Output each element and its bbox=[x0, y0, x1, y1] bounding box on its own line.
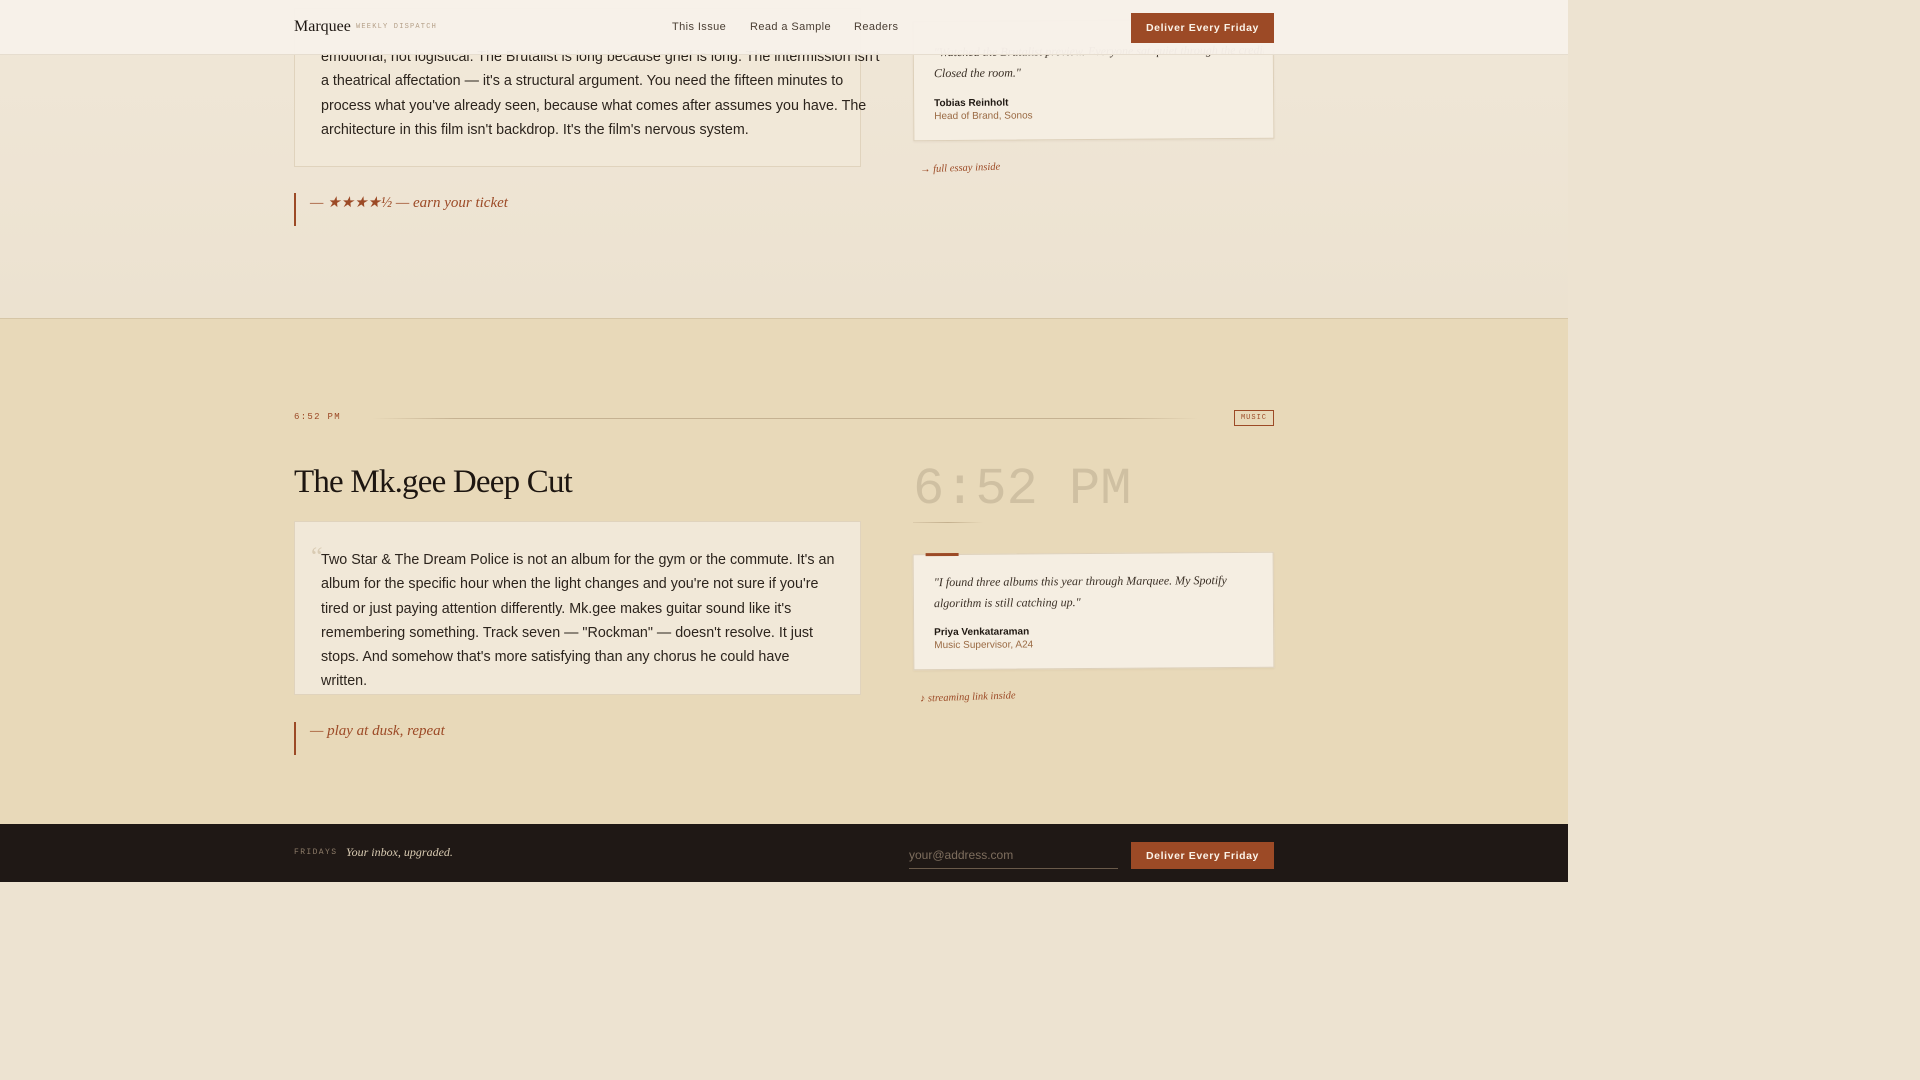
nav-readers[interactable]: Readers bbox=[854, 21, 898, 33]
subscribe-button[interactable]: Deliver Every Friday bbox=[1131, 13, 1274, 43]
music-body: Two Star & The Dream Police is not an al… bbox=[321, 552, 835, 690]
section-divider bbox=[372, 418, 1198, 419]
nav-read-sample[interactable]: Read a Sample bbox=[750, 21, 831, 33]
footer-tagline: Your inbox, upgraded. bbox=[346, 845, 453, 859]
testimonial-role: Music Supervisor, A24 bbox=[934, 639, 1034, 652]
pull-quote: — ★★★★½ — earn your ticket bbox=[294, 193, 508, 226]
top-nav-bar: Marquee WEEKLY DISPATCH This Issue Read … bbox=[0, 0, 1568, 55]
nav-this-issue[interactable]: This Issue bbox=[672, 21, 726, 33]
logo[interactable]: Marquee bbox=[294, 18, 351, 36]
testimonial-quote: "I found three albums this year through … bbox=[933, 573, 1227, 610]
footer-signup-bar bbox=[0, 824, 1568, 882]
card-accent bbox=[925, 552, 959, 557]
category-tag: MUSIC bbox=[1234, 410, 1274, 426]
testimonial-name: Tobias Reinholt bbox=[934, 97, 1009, 110]
music-card: Two Star & The Dream Police is not an al… bbox=[294, 521, 861, 695]
issue-time: 6:52 PM bbox=[294, 412, 341, 422]
footer-subscribe-button[interactable]: Deliver Every Friday bbox=[1131, 842, 1274, 869]
email-field[interactable] bbox=[909, 842, 1118, 869]
testimonial-role: Head of Brand, Sonos bbox=[934, 110, 1033, 123]
issue-title: The Mk.gee Deep Cut bbox=[294, 464, 573, 500]
review-line: architecture in this film isn't backdrop… bbox=[321, 121, 749, 138]
big-time-display: 6:52 PM bbox=[913, 460, 1132, 519]
testimonial-quote: Closed the room." bbox=[933, 65, 1021, 80]
logo-subtitle: WEEKLY DISPATCH bbox=[356, 23, 438, 31]
review-line: a theatrical affectation — it's a struct… bbox=[321, 73, 844, 90]
quote-mark-icon: “ bbox=[311, 542, 323, 571]
testimonial-card: "I found three albums this year through … bbox=[912, 551, 1275, 671]
time-underline bbox=[913, 522, 983, 523]
essay-link[interactable]: → full essay inside bbox=[920, 162, 1001, 176]
testimonial-name: Priya Venkataraman bbox=[934, 626, 1030, 639]
review-line: process what you've already seen, becaus… bbox=[321, 97, 867, 114]
pull-quote: — play at dusk, repeat bbox=[294, 722, 445, 755]
footer-label: FRIDAYS bbox=[294, 848, 338, 857]
